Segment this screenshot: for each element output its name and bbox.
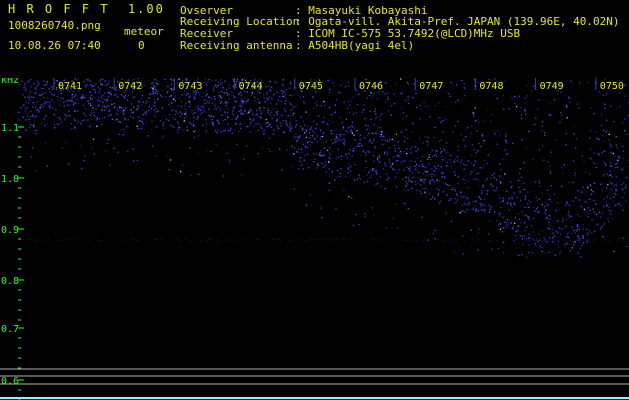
date-time: 10.08.26 07:40 <box>8 39 101 52</box>
time-label: 0749 <box>540 81 564 92</box>
time-label: 0745 <box>299 81 323 92</box>
time-label: 0750 <box>600 81 624 92</box>
time-label: 0748 <box>479 81 503 92</box>
time-label: 0743 <box>178 81 202 92</box>
file-name: 1008260740.png <box>8 19 101 32</box>
freq-tick-label: 0.8 <box>1 276 19 287</box>
time-label: 0741 <box>58 81 82 92</box>
spectrogram: 0741 0742 0743 0744 0745 0746 0747 0748 0749 0750… <box>0 78 629 400</box>
freq-tick-label: 1.1 <box>1 123 19 134</box>
meteor-count: 0 <box>138 39 145 52</box>
time-label: 0744 <box>239 81 263 92</box>
freq-tick-label: 0.9 <box>1 225 19 236</box>
time-label: 0747 <box>419 81 443 92</box>
time-label: 0742 <box>118 81 142 92</box>
app-name: H R O F F T <box>8 2 110 16</box>
freq-tick-label: 0.7 <box>1 324 19 335</box>
app-title: H R O F F T 1.00 <box>8 3 165 15</box>
antenna-value: : A504HB(yagi 4el) <box>295 39 415 52</box>
unit-label: kHz <box>1 78 19 86</box>
app-version: 1.00 <box>127 2 165 16</box>
freq-tick-label: 1.0 <box>1 174 19 185</box>
antenna-row: Receiving antenna: A504HB(yagi 4el) <box>180 40 414 52</box>
antenna-label: Receiving antenna <box>180 39 293 52</box>
time-label: 0746 <box>359 81 383 92</box>
freq-tick-label: 0.6 <box>1 376 19 387</box>
meteor-label: meteor <box>124 25 164 38</box>
